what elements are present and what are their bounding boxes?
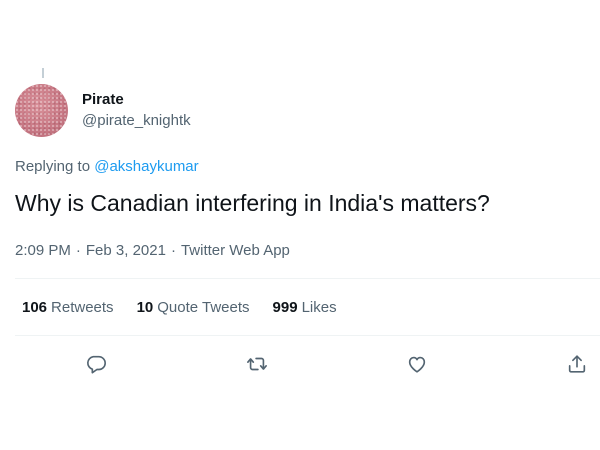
meta-separator: ·: [75, 242, 81, 259]
engagement-stats: 106 Retweets 10 Quote Tweets 999 Likes: [22, 299, 337, 316]
quote-tweets-count: 10: [136, 299, 154, 316]
retweet-icon: [247, 357, 267, 371]
reply-icon: [87, 355, 106, 374]
likes-label: Likes: [301, 299, 337, 316]
retweets-stat-link[interactable]: 106 Retweets: [22, 299, 114, 316]
heart-icon: [408, 356, 426, 373]
replying-to-mention-link[interactable]: @akshaykumar: [94, 158, 198, 175]
tweet-text: Why is Canadian interfering in India's m…: [15, 190, 490, 216]
retweets-count: 106: [22, 299, 48, 316]
thread-connector-line: [42, 68, 44, 78]
tweet-metadata: 2:09 PM · Feb 3, 2021 · Twitter Web App: [15, 242, 290, 259]
avatar[interactable]: [15, 84, 68, 137]
like-button[interactable]: [404, 351, 430, 377]
replying-to-prefix: Replying to: [15, 158, 91, 175]
share-button[interactable]: [564, 351, 590, 377]
retweets-label: Retweets: [51, 299, 114, 316]
meta-separator: ·: [170, 242, 176, 259]
avatar-texture: [15, 84, 68, 137]
tweet-date-link[interactable]: Feb 3, 2021: [86, 242, 166, 259]
likes-count: 999: [272, 299, 298, 316]
divider: [15, 335, 600, 336]
retweet-button[interactable]: [244, 351, 270, 377]
divider: [15, 278, 600, 279]
tweet-action-bar: [0, 351, 600, 377]
likes-stat-link[interactable]: 999 Likes: [273, 299, 337, 316]
author-display-name[interactable]: Pirate: [82, 91, 124, 108]
quote-tweets-label: Quote Tweets: [157, 299, 250, 316]
replying-to: Replying to @akshaykumar: [15, 158, 199, 175]
author-handle[interactable]: @pirate_knightk: [82, 112, 191, 129]
quote-tweets-stat-link[interactable]: 10 Quote Tweets: [137, 299, 250, 316]
reply-button[interactable]: [83, 351, 109, 377]
tweet-time-link[interactable]: 2:09 PM: [15, 242, 71, 259]
share-icon: [568, 355, 586, 373]
tweet-source-link[interactable]: Twitter Web App: [181, 242, 290, 259]
